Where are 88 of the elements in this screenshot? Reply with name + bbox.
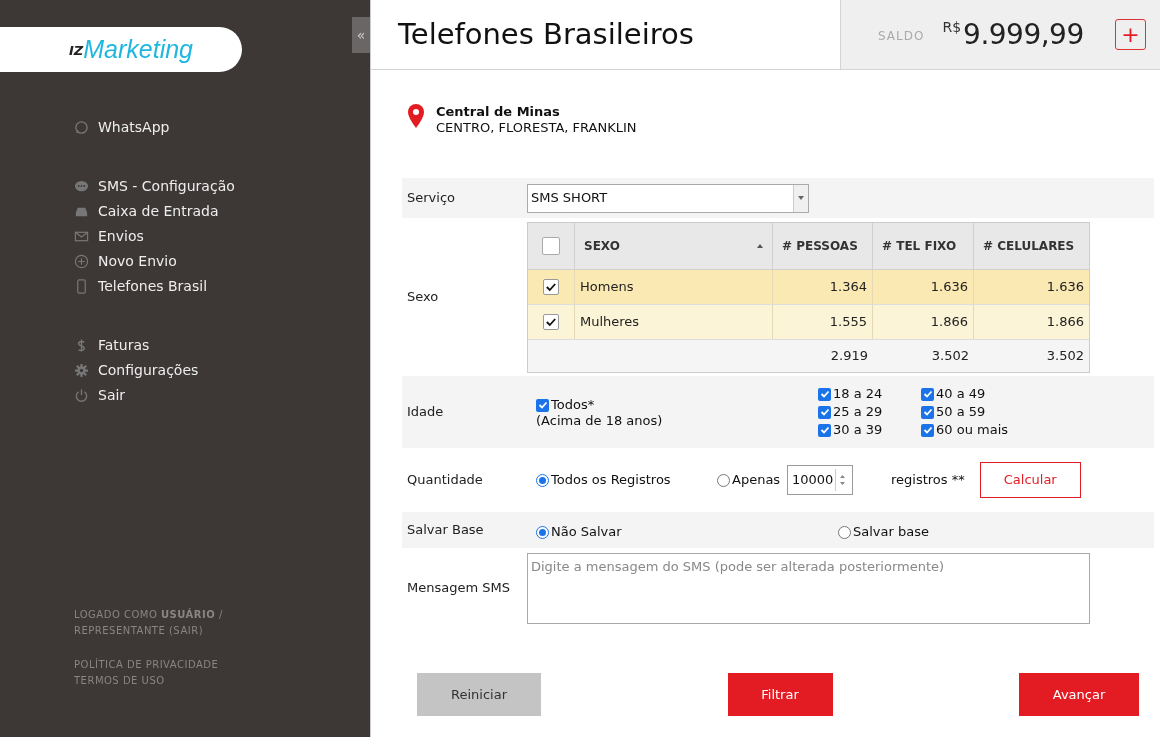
currency-symbol: R$ (942, 18, 962, 37)
power-icon (74, 388, 89, 403)
balance-amount: 9.999,99 (963, 16, 1084, 53)
page-title: Telefones Brasileiros (398, 15, 694, 53)
radio-label: Apenas (732, 471, 781, 490)
total-cell-text: 2.919 (830, 346, 868, 365)
add-credit-button[interactable]: + (1115, 19, 1146, 50)
table-cell-text: Homens (580, 277, 634, 296)
table-cell-text: 1.866 (1046, 312, 1084, 331)
radio-label: Não Salvar (551, 523, 622, 542)
gear-icon (74, 363, 89, 378)
field-label: Quantidade (406, 471, 484, 490)
checkbox[interactable] (818, 423, 831, 437)
login-status-text: REPRESENTANTE (SAIR) (74, 624, 205, 638)
collapse-button[interactable]: « (352, 17, 370, 53)
table-cell-text: 1.866 (930, 312, 968, 331)
checkbox[interactable] (818, 405, 831, 419)
column-header[interactable]: # CELULARES (974, 222, 1089, 269)
location-areas: CENTRO, FLORESTA, FRANKLIN (436, 120, 637, 136)
total-cell-text: 3.502 (931, 346, 969, 365)
nav-item[interactable]: Sair (74, 386, 370, 405)
radio-button[interactable] (838, 525, 851, 539)
table-cell-text: 1.636 (1046, 277, 1084, 296)
checkbox[interactable] (818, 387, 831, 401)
service-select[interactable]: SMS SHORT (527, 183, 809, 213)
logo: IZMarketing (0, 27, 242, 72)
radio-label: Todos os Registros (551, 471, 671, 490)
plus-circle-icon (74, 254, 89, 269)
column-header[interactable]: # TEL FIXO (873, 222, 974, 269)
checkbox-label: 40 a 49 (936, 386, 986, 402)
checkbox-label: 30 a 39 (833, 422, 883, 438)
checkbox[interactable] (543, 313, 559, 330)
checkbox-label: 18 a 24 (833, 386, 883, 402)
unit-label: registros ** (891, 471, 965, 490)
nav-item[interactable]: Novo Envio (74, 252, 370, 271)
checkbox-label: 50 a 59 (936, 404, 986, 420)
chat-bubble-icon (74, 120, 89, 135)
radio-button[interactable] (717, 473, 730, 487)
dropdown-caret-icon (798, 196, 804, 200)
table-row[interactable]: Homens 1.364 1.636 1.636 (528, 269, 1089, 305)
checkbox[interactable] (536, 398, 549, 412)
location-name: Central de Minas (436, 104, 561, 120)
field-label: Idade (406, 403, 445, 422)
message-field[interactable]: Digite a mensagem do SMS (pode ser alterada posteriormente) (527, 552, 1090, 624)
field-label: Serviço (406, 189, 456, 208)
table-cell-text: 1.364 (829, 277, 867, 296)
nav-item[interactable]: Telefones Brasil (74, 277, 370, 296)
column-header[interactable]: SEXO (575, 222, 773, 269)
table-cell-text: Mulheres (580, 312, 640, 331)
checkbox[interactable] (543, 278, 559, 295)
mail-icon (74, 229, 89, 244)
checkbox[interactable] (921, 423, 934, 437)
table-cell-text: 1.555 (829, 312, 867, 331)
total-cell-text: 3.502 (1046, 346, 1084, 365)
map-pin-icon (408, 104, 424, 128)
checkbox[interactable] (921, 387, 934, 401)
nav-item[interactable]: Caixa de Entrada (74, 202, 370, 221)
checkbox[interactable] (542, 236, 560, 255)
sort-icon (757, 243, 763, 248)
radio-button[interactable] (536, 525, 549, 539)
speech-bubble-icon (74, 179, 89, 194)
column-header[interactable]: # PESSOAS (773, 222, 873, 269)
action-button[interactable]: Avançar (1019, 673, 1139, 716)
action-button[interactable]: Filtrar (727, 673, 833, 716)
login-status-text: LOGADO COMO USUÁRIO / (74, 607, 224, 622)
nav-item[interactable]: Envios (74, 227, 370, 246)
field-label: Sexo (406, 288, 440, 307)
field-label: Mensagem SMS (406, 579, 511, 598)
spinner-icon[interactable] (840, 474, 845, 486)
checkbox-label: 60 ou mais (936, 422, 1008, 438)
nav-item[interactable]: SMS - Configuração (74, 177, 370, 196)
age-note: (Acima de 18 anos) (536, 413, 664, 429)
radio-button[interactable] (536, 473, 549, 487)
nav-item[interactable]: WhatsApp (74, 118, 370, 137)
nav-item[interactable]: Faturas (74, 336, 370, 355)
action-button[interactable]: Reiniciar (417, 673, 541, 716)
amount-field[interactable]: 10000 (787, 465, 853, 495)
table-row[interactable]: Mulheres 1.555 1.866 1.866 (528, 304, 1089, 340)
checkbox-label: Todos* (551, 397, 595, 413)
radio-label: Salvar base (853, 523, 929, 542)
checkbox[interactable] (921, 405, 934, 419)
phone-icon (74, 279, 89, 294)
checkbox-label: 25 a 29 (833, 404, 883, 420)
nav-item[interactable]: Configurações (74, 361, 370, 380)
field-label: Salvar Base (406, 521, 485, 540)
table-cell-text: 1.636 (930, 277, 968, 296)
balance-label: SALDO (878, 27, 925, 45)
calculate-button[interactable]: Calcular (979, 462, 1081, 498)
